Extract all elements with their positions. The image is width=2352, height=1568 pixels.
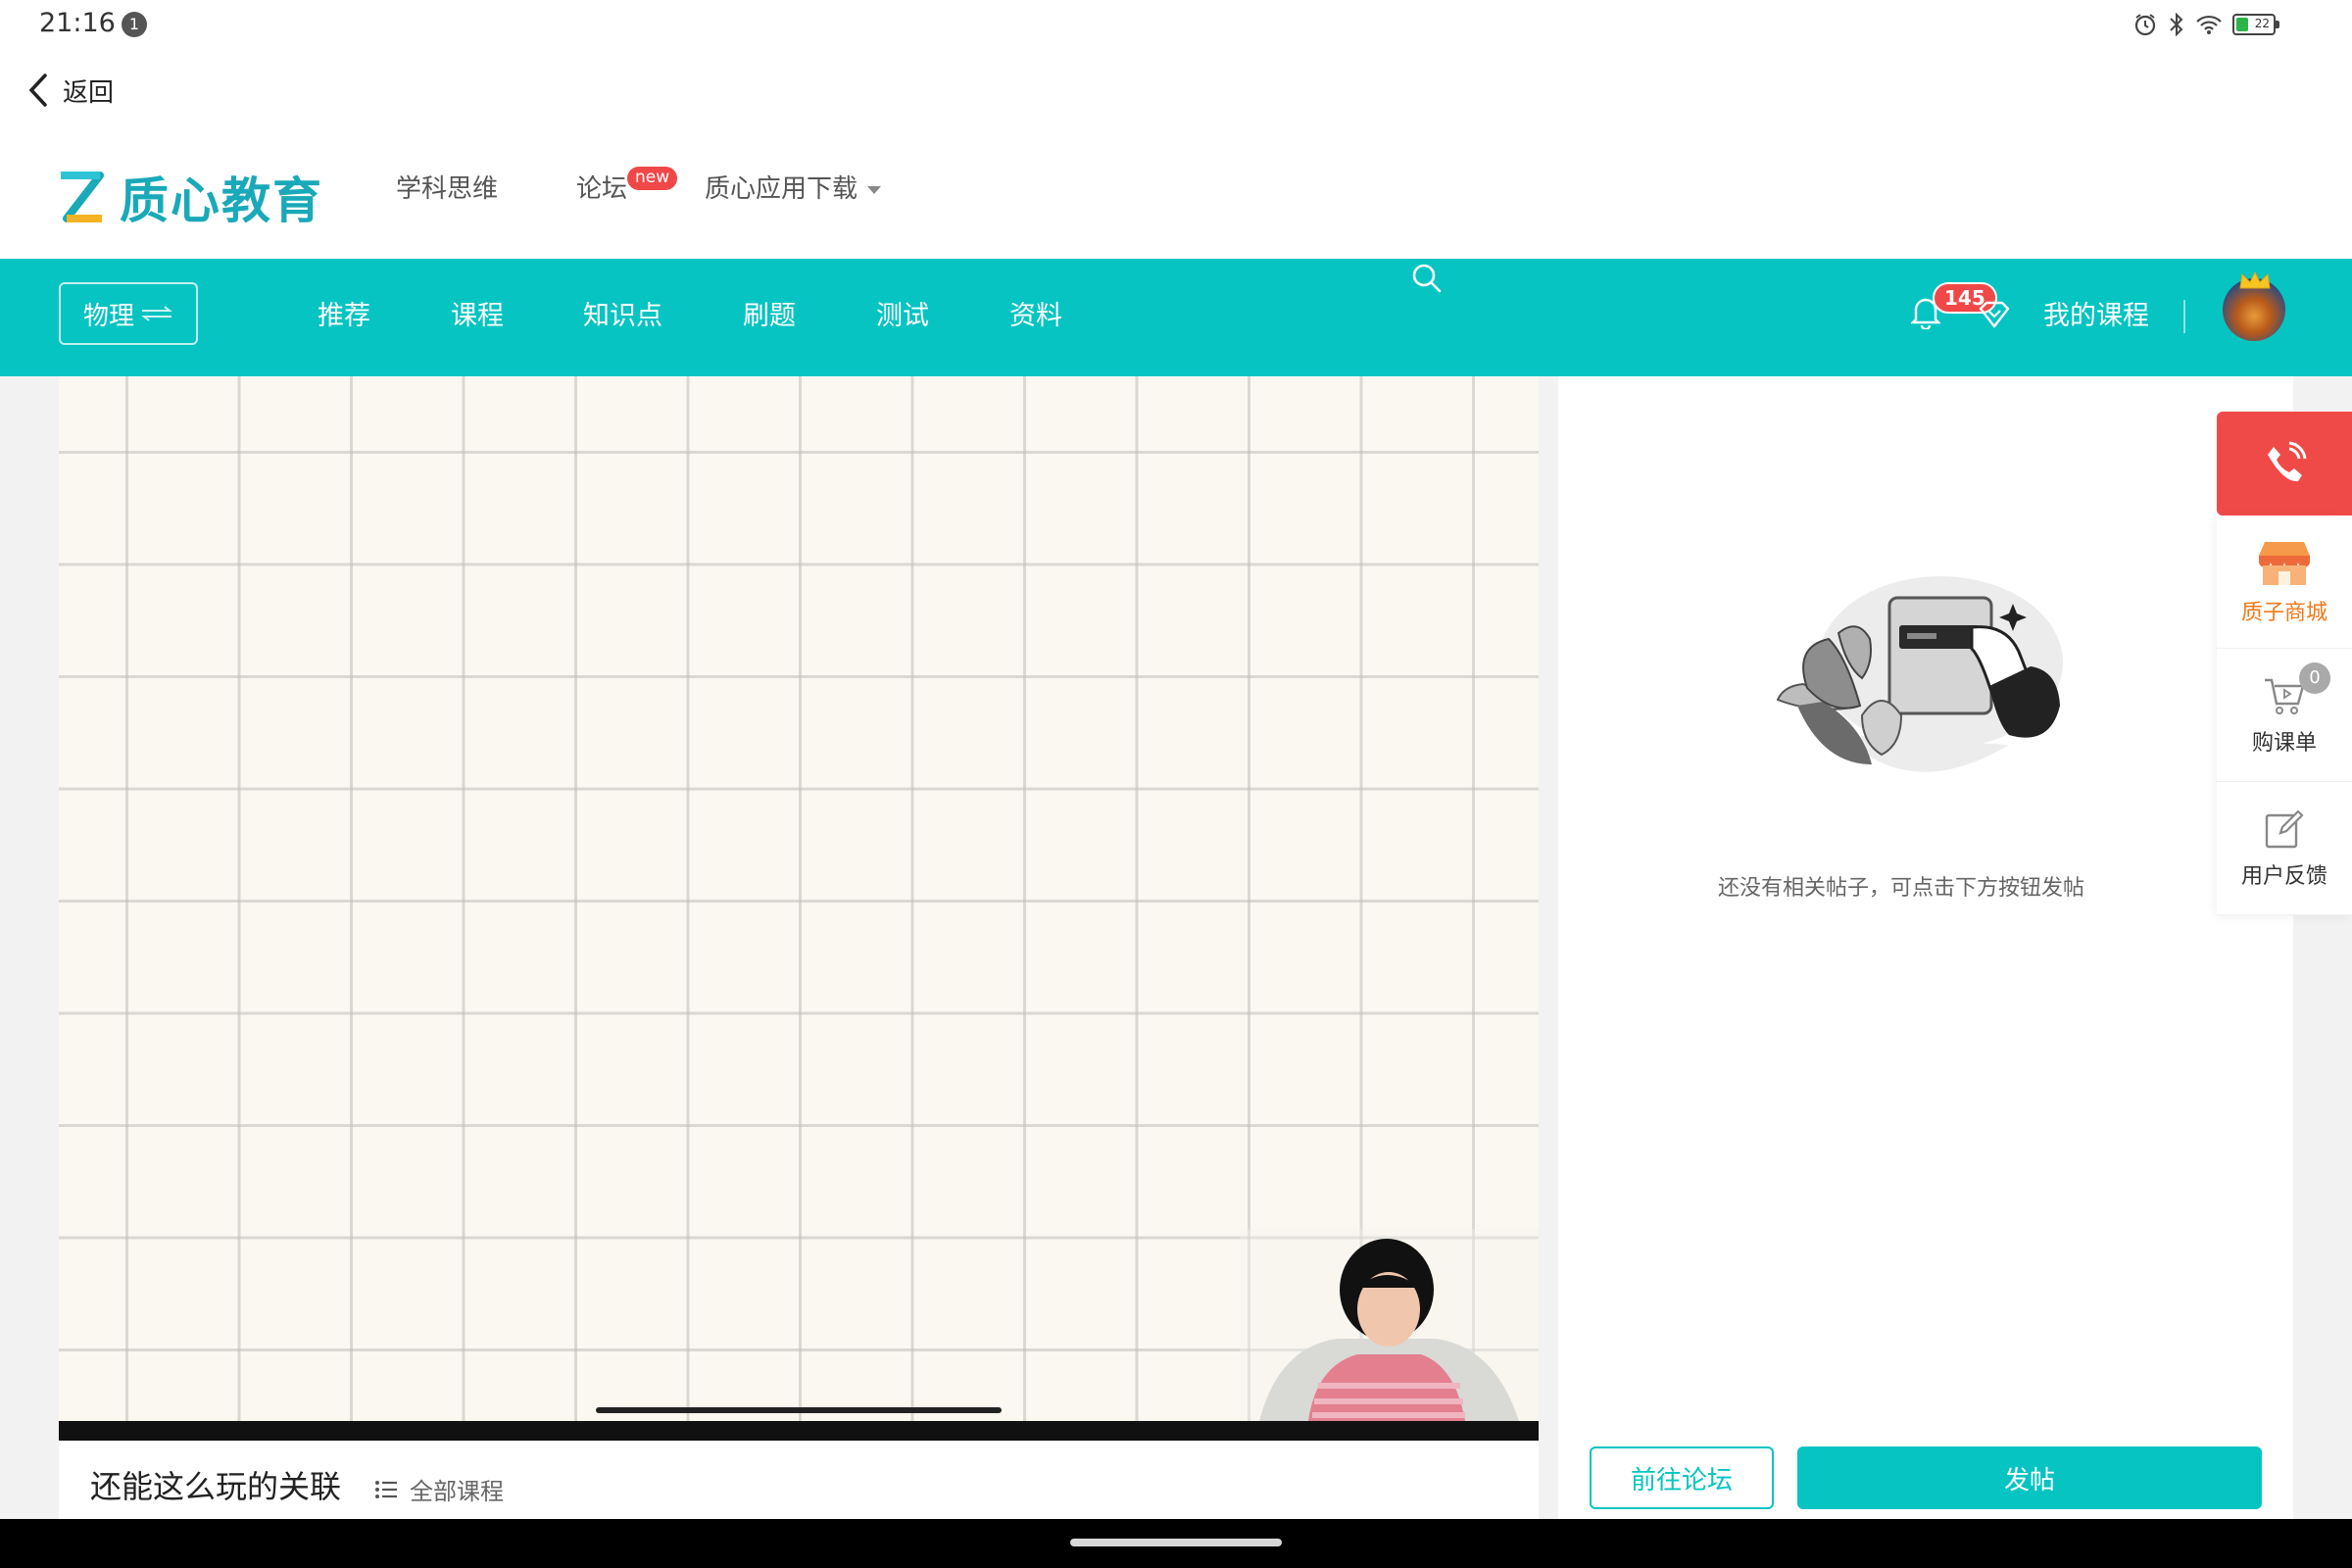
new-badge: new <box>627 167 678 190</box>
cart-count-badge: 0 <box>2299 662 2330 694</box>
back-button[interactable]: 返回 <box>27 69 114 112</box>
post-button[interactable]: 发帖 <box>1797 1446 2262 1509</box>
chevron-left-icon <box>28 74 47 107</box>
search-icon[interactable] <box>1411 263 1443 294</box>
empty-posts-message: 还没有相关帖子，可点击下方按钮发帖 <box>1717 876 2084 901</box>
phone-icon <box>2268 441 2307 482</box>
subject-selector[interactable]: 物理 <box>59 282 198 345</box>
video-scrubber[interactable] <box>596 1407 1002 1413</box>
nav-materials[interactable]: 资料 <box>1009 294 1062 332</box>
sidebar-card: 质子商城 0 购课单 用户反馈 <box>2217 515 2352 915</box>
all-courses-link[interactable]: 全部课程 <box>374 1472 504 1506</box>
forum-panel: 还没有相关帖子，可点击下方按钮发帖 前往论坛 发帖 <box>1558 376 2293 1519</box>
switch-icon <box>141 306 172 321</box>
status-bar: 21:16 1 22 <box>0 0 2352 49</box>
nav-knowledge[interactable]: 知识点 <box>583 294 662 332</box>
brand-logo[interactable]: 质心教育 <box>57 162 323 232</box>
shop-label: 质子商城 <box>2240 600 2328 625</box>
teacher-video-thumbnail <box>1240 1229 1539 1421</box>
all-courses-label: 全部课程 <box>410 1478 504 1505</box>
empty-posts-illustration <box>1776 576 2063 772</box>
main-nav-bar: 物理 推荐 课程 知识点 刷题 测试 资料 145 我的课程 <box>0 259 2352 376</box>
alarm-icon <box>2134 14 2156 36</box>
feedback-button[interactable]: 用户反馈 <box>2217 782 2352 915</box>
wifi-icon <box>2196 15 2222 34</box>
status-time: 21:16 <box>39 8 116 38</box>
status-icons: 22 <box>2132 10 2279 39</box>
brand-name: 质心教育 <box>120 172 323 229</box>
system-nav-bar <box>0 1519 2352 1568</box>
nav-forum[interactable]: 论坛 <box>576 169 627 205</box>
cart-label: 购课单 <box>2251 730 2317 756</box>
notification-dot: 1 <box>122 12 147 37</box>
nav-recommend[interactable]: 推荐 <box>318 294 370 332</box>
course-title: 还能这么玩的关联 <box>90 1468 342 1505</box>
video-progress-track[interactable] <box>59 1421 1539 1441</box>
feedback-label: 用户反馈 <box>2240 863 2328 889</box>
nav-tests[interactable]: 测试 <box>876 294 929 332</box>
nav-practice[interactable]: 刷题 <box>743 294 796 332</box>
nav-divider <box>2183 300 2185 333</box>
shop-icon <box>2259 541 2310 585</box>
nav-app-download[interactable]: 质心应用下载 <box>705 169 882 205</box>
app-download-label: 质心应用下载 <box>705 174 858 204</box>
shop-button[interactable]: 质子商城 <box>2217 515 2352 649</box>
course-info-bar: 还能这么玩的关联 全部课程 <box>59 1441 1539 1519</box>
floating-sidebar: 质子商城 0 购课单 用户反馈 <box>2217 412 2352 915</box>
subject-label: 物理 <box>82 301 134 331</box>
cart-button[interactable]: 0 购课单 <box>2217 649 2352 782</box>
video-player[interactable] <box>59 376 1539 1421</box>
diamond-icon[interactable] <box>1978 300 2011 329</box>
nav-subject-thinking[interactable]: 学科思维 <box>396 169 498 205</box>
my-courses-link[interactable]: 我的课程 <box>2043 294 2149 332</box>
battery-icon: 22 <box>2232 14 2279 35</box>
bluetooth-icon <box>2170 12 2183 37</box>
phone-contact-button[interactable] <box>2217 412 2352 515</box>
logo-z-icon <box>61 172 104 222</box>
home-indicator[interactable] <box>1070 1539 1282 1546</box>
list-icon <box>375 1480 397 1498</box>
caret-down-icon <box>867 185 882 194</box>
back-label: 返回 <box>63 77 115 108</box>
nav-courses[interactable]: 课程 <box>451 294 504 332</box>
edit-icon <box>2265 808 2304 848</box>
goto-forum-button[interactable]: 前往论坛 <box>1590 1446 1774 1509</box>
crown-icon <box>2239 270 2271 289</box>
